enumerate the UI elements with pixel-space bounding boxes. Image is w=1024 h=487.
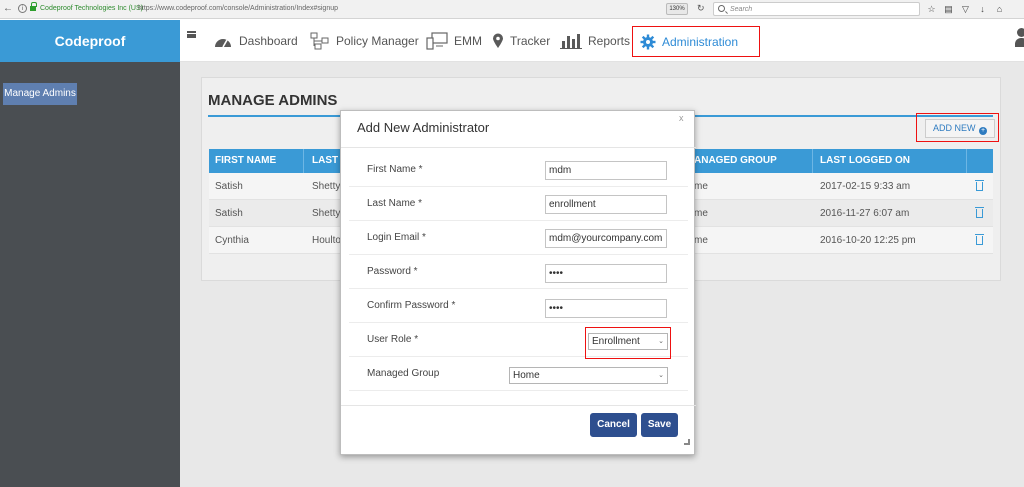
sidebar: Manage Admins (0, 62, 180, 487)
top-navigation: Dashboard Policy Manager EMM Tracker Rep… (180, 20, 1024, 62)
column-divider (303, 149, 304, 173)
address-bar[interactable]: https://www.codeproof.com/console/Admini… (138, 5, 338, 12)
first-name-input[interactable] (545, 161, 667, 180)
user-avatar-icon[interactable] (1015, 28, 1024, 48)
nav-administration[interactable]: Administration (632, 26, 760, 57)
cell-managed-group: me (694, 235, 708, 246)
dashboard-gauge-icon (215, 39, 231, 48)
resize-handle-icon[interactable] (684, 439, 690, 445)
managed-group-value: Home (513, 370, 540, 381)
nav-label: Administration (662, 34, 739, 49)
bar-chart-icon (560, 34, 582, 49)
nav-reports[interactable]: Reports (560, 20, 630, 62)
plus-circle-icon: + (979, 127, 987, 135)
add-new-button[interactable]: ADD NEW + (925, 119, 995, 138)
column-header-first-name[interactable]: FIRST NAME (215, 149, 276, 173)
cancel-button[interactable]: Cancel (590, 413, 637, 437)
column-header-last-logged-on[interactable]: LAST LOGGED ON (820, 149, 910, 173)
first-name-label: First Name * (367, 164, 423, 175)
managed-group-select[interactable]: Home ⌄ (509, 367, 668, 384)
cell-last-logged-on: 2016-11-27 6:07 am (820, 208, 910, 219)
download-icon[interactable]: ↓ (977, 3, 988, 15)
column-divider (812, 149, 813, 173)
cell-last-name: Houlto (312, 235, 341, 246)
cell-last-name: Shetty (312, 208, 341, 219)
browser-toolbar: ← i Codeproof Technologies Inc (US) http… (0, 0, 1024, 19)
login-email-input[interactable] (545, 229, 667, 248)
column-divider (966, 149, 967, 173)
form-row-last-name: Last Name * (349, 187, 688, 221)
cell-managed-group: me (694, 208, 708, 219)
nav-tracker[interactable]: Tracker (492, 20, 550, 62)
nav-dashboard[interactable]: Dashboard (213, 20, 298, 62)
modal-title: Add New Administrator (357, 120, 490, 135)
confirm-password-label: Confirm Password * (367, 300, 456, 311)
form-row-password: Password * (349, 255, 688, 289)
form-row-login-email: Login Email * (349, 221, 688, 255)
delete-icon[interactable] (975, 207, 984, 218)
policy-tree-icon (310, 32, 329, 50)
cell-first-name: Cynthia (215, 235, 249, 246)
nav-policy-manager[interactable]: Policy Manager (310, 20, 419, 62)
browser-search-field[interactable]: Search (713, 2, 920, 16)
pocket-icon[interactable]: ▽ (960, 3, 971, 15)
home-icon[interactable]: ⌂ (994, 3, 1005, 15)
map-pin-icon (493, 33, 503, 48)
site-identity[interactable]: Codeproof Technologies Inc (US) (40, 5, 143, 12)
lock-icon (30, 2, 37, 12)
bookmark-star-icon[interactable]: ☆ (926, 3, 937, 15)
search-icon (718, 5, 725, 12)
browser-toolbar-icons: ☆ ▤ ▽ ↓ ⌂ (926, 3, 1005, 15)
back-arrow-icon[interactable]: ← (3, 3, 15, 15)
delete-icon[interactable] (975, 180, 984, 191)
last-name-label: Last Name * (367, 198, 423, 209)
devices-icon (426, 32, 448, 50)
user-role-label: User Role * (367, 334, 419, 345)
column-header-managed-group[interactable]: ANAGED GROUP (694, 149, 777, 173)
reload-icon[interactable]: ↻ (697, 3, 705, 14)
password-label: Password * (367, 266, 418, 277)
modal-footer-divider (341, 405, 696, 406)
nav-label: Reports (588, 34, 631, 48)
cell-managed-group: me (694, 181, 708, 192)
add-new-label: ADD NEW (932, 123, 976, 133)
last-name-input[interactable] (545, 195, 667, 214)
confirm-password-input[interactable] (545, 299, 667, 318)
cell-last-logged-on: 2016-10-20 12:25 pm (820, 235, 916, 246)
delete-icon[interactable] (975, 234, 984, 245)
form-row-first-name: First Name * (349, 153, 688, 187)
managed-group-label: Managed Group (367, 368, 440, 379)
search-placeholder: Search (730, 6, 753, 13)
nav-label: Dashboard (239, 34, 298, 48)
nav-label: Tracker (510, 34, 551, 48)
cell-last-name: Shetty (312, 181, 341, 192)
menu-icon[interactable] (187, 31, 196, 38)
add-administrator-modal: Add New Administrator x First Name * Las… (340, 110, 696, 455)
save-button[interactable]: Save (641, 413, 678, 437)
form-row-managed-group: Managed Group Home ⌄ (349, 357, 688, 391)
form-row-confirm-password: Confirm Password * (349, 289, 688, 323)
close-icon[interactable]: x (679, 113, 684, 123)
page-title: MANAGE ADMINS (208, 92, 338, 109)
nav-label: EMM (454, 34, 482, 48)
logo-band: Codeproof (0, 20, 180, 62)
modal-header-divider (341, 147, 696, 148)
reading-list-icon[interactable]: ▤ (943, 3, 954, 15)
sidebar-item-manage-admins[interactable]: Manage Admins (3, 83, 77, 105)
user-role-highlight (585, 327, 671, 359)
nav-label: Policy Manager (336, 34, 419, 48)
app-logo[interactable]: Codeproof (0, 33, 180, 49)
cell-first-name: Satish (215, 181, 243, 192)
chevron-down-icon: ⌄ (658, 372, 664, 379)
info-icon[interactable]: i (18, 4, 27, 13)
cell-last-logged-on: 2017-02-15 9:33 am (820, 181, 911, 192)
gear-icon (640, 34, 656, 49)
login-email-label: Login Email * (367, 232, 426, 243)
zoom-level[interactable]: 130% (666, 3, 688, 15)
password-input[interactable] (545, 264, 667, 283)
cell-first-name: Satish (215, 208, 243, 219)
nav-emm[interactable]: EMM (426, 20, 482, 62)
